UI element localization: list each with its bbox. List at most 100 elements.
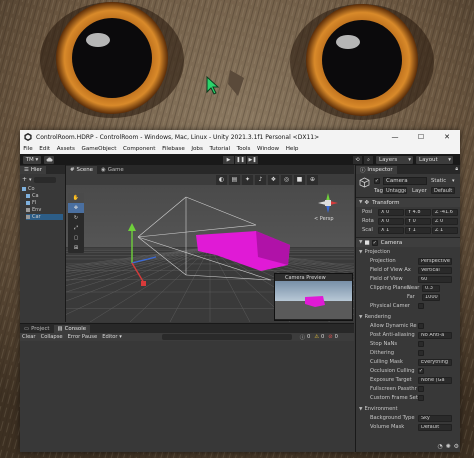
hierarchy-item[interactable]: Co — [22, 186, 35, 192]
lighting-toggle[interactable]: ✦ — [242, 174, 253, 185]
layers-dropdown[interactable]: Layers ▾ — [376, 155, 413, 164]
layout-dropdown[interactable]: Layout ▾ — [416, 155, 453, 164]
post-aa-dropdown[interactable]: No Anti-a — [418, 331, 452, 339]
rotation-y-field[interactable]: Y 0 — [405, 217, 431, 225]
close-button[interactable]: ✕ — [434, 130, 460, 144]
play-button[interactable]: ▶ — [223, 155, 234, 164]
projection-dropdown[interactable]: Perspective — [418, 257, 452, 265]
warning-count-toggle[interactable]: ⚠ 0 — [314, 334, 324, 340]
occlusion-checkbox[interactable]: ✓ — [418, 368, 424, 374]
hierarchy-search-input[interactable] — [33, 176, 56, 183]
fov-field[interactable]: 60 — [418, 275, 452, 283]
physical-camera-checkbox[interactable] — [418, 303, 424, 309]
effects-toggle[interactable]: ❖ — [268, 174, 279, 185]
hand-tool[interactable]: ✋ — [68, 193, 84, 203]
stop-nans-checkbox[interactable] — [418, 341, 424, 347]
projection-label[interactable]: < Persp — [314, 216, 334, 222]
position-x-field[interactable]: X 0 — [378, 208, 404, 216]
scale-z-field[interactable]: Z 1 — [432, 226, 458, 234]
error-pause-button[interactable]: Error Pause — [68, 334, 98, 340]
tab-inspector[interactable]: ⓘ Inspector — [356, 166, 397, 174]
progress-icon[interactable]: ◔ — [437, 443, 442, 450]
tab-game[interactable]: ◉ Game — [97, 166, 128, 174]
chevron-down-icon[interactable]: ▾ — [29, 177, 32, 183]
gizmos-button[interactable]: ⊕ — [307, 174, 318, 185]
bg-type-dropdown[interactable]: Sky — [418, 414, 452, 422]
lightbulb-icon[interactable]: ✺ — [446, 443, 451, 450]
editor-dropdown[interactable]: Editor ▾ — [102, 334, 122, 340]
layer-dropdown[interactable]: Default — [431, 187, 455, 194]
shading-mode-button[interactable]: ◐ — [216, 174, 227, 185]
scale-x-field[interactable]: X 1 — [378, 226, 404, 234]
menu-tools[interactable]: Tools — [233, 146, 253, 152]
rendering-header[interactable]: ▼ Rendering — [356, 313, 460, 321]
cloud-button[interactable] — [44, 155, 54, 164]
lock-icon[interactable]: 🔒︎ — [455, 166, 458, 172]
transform-header[interactable]: ▼ ✥ Transform — [356, 197, 460, 207]
scale-tool[interactable]: ⤢ — [68, 223, 84, 233]
active-checkbox[interactable]: ✓ — [374, 178, 380, 184]
account-button[interactable]: TM ▾ — [23, 155, 41, 164]
fullscreen-checkbox[interactable] — [418, 386, 424, 392]
move-tool[interactable]: ✥ — [68, 203, 84, 213]
menu-tutorial[interactable]: Tutorial — [206, 146, 233, 152]
history-button[interactable]: ⟲ — [353, 155, 362, 164]
dithering-checkbox[interactable] — [418, 350, 424, 356]
rotation-z-field[interactable]: Z 0 — [432, 217, 458, 225]
near-field[interactable]: 0.3 — [422, 284, 440, 292]
debug-icon[interactable]: ⚙ — [454, 443, 459, 450]
tag-dropdown[interactable]: Untagged — [383, 187, 407, 194]
orientation-gizmo-icon[interactable] — [316, 191, 340, 215]
menu-help[interactable]: Help — [282, 146, 301, 152]
collapse-button[interactable]: Collapse — [41, 334, 63, 340]
fov-axis-dropdown[interactable]: Vertical — [418, 266, 452, 274]
environment-header[interactable]: ▼ Environment — [356, 405, 460, 413]
maximize-button[interactable]: ☐ — [408, 130, 434, 144]
tab-scene[interactable]: # Scene — [66, 166, 97, 174]
scale-y-field[interactable]: Y 1 — [405, 226, 431, 234]
hierarchy-item[interactable]: Env — [26, 207, 41, 213]
rotate-tool[interactable]: ↻ — [68, 213, 84, 223]
step-button[interactable]: ▶❚ — [247, 155, 258, 164]
menu-jobs[interactable]: Jobs — [188, 146, 206, 152]
exposure-field[interactable]: None (Ga — [418, 376, 452, 384]
menu-assets[interactable]: Assets — [53, 146, 78, 152]
menu-edit[interactable]: Edit — [36, 146, 53, 152]
projection-header[interactable]: ▼ Projection — [356, 248, 460, 256]
position-y-field[interactable]: Y 4.8 — [405, 208, 431, 216]
hierarchy-item[interactable]: Fl — [26, 200, 36, 206]
menu-component[interactable]: Component — [120, 146, 159, 152]
transform-tool[interactable]: ⊞ — [68, 243, 84, 253]
add-icon[interactable]: + — [22, 176, 27, 183]
object-name-field[interactable]: Camera — [383, 177, 427, 185]
scene-viewport[interactable]: < Persp ✋ ✥ ↻ ⤢ ▢ ⊞ Camera Preview — [66, 185, 354, 322]
static-dropdown[interactable]: ▾ — [452, 178, 455, 184]
position-z-field[interactable]: Z -41.6 — [432, 208, 458, 216]
culling-mask-dropdown[interactable]: Everything — [418, 358, 452, 366]
console-search-input[interactable] — [161, 334, 292, 340]
scene-camera-button[interactable]: ■ — [294, 174, 305, 185]
clear-button[interactable]: Clear — [22, 334, 36, 340]
menu-window[interactable]: Window — [254, 146, 283, 152]
pause-button[interactable]: ❚❚ — [235, 155, 246, 164]
log-count-toggle[interactable]: ⓘ 0 — [300, 334, 311, 341]
menu-filebase[interactable]: Filebase — [159, 146, 188, 152]
error-count-toggle[interactable]: ⊘ 0 — [328, 334, 338, 340]
camera-component-header[interactable]: ▼ ■ ✓ Camera — [356, 237, 460, 247]
2d-toggle[interactable]: ▤ — [229, 174, 240, 185]
custom-frame-checkbox[interactable] — [418, 395, 424, 401]
rect-tool[interactable]: ▢ — [68, 233, 84, 243]
hidden-objects-toggle[interactable]: ◎ — [281, 174, 292, 185]
volume-mask-dropdown[interactable]: Default — [418, 423, 452, 431]
tab-console[interactable]: ▤ Console — [53, 325, 91, 333]
menu-file[interactable]: File — [20, 146, 36, 152]
rotation-x-field[interactable]: X 0 — [378, 217, 404, 225]
far-field[interactable]: 1000 — [422, 293, 440, 301]
camera-enabled-checkbox[interactable]: ✓ — [371, 239, 378, 246]
minimize-button[interactable]: — — [382, 130, 408, 144]
hierarchy-item[interactable]: Ca — [26, 193, 39, 199]
menu-gameobject[interactable]: GameObject — [78, 146, 119, 152]
tab-project[interactable]: ▭ Project — [20, 325, 54, 333]
hierarchy-item-selected[interactable]: Car — [26, 214, 63, 220]
tab-hierarchy[interactable]: ☰ Hier — [20, 166, 46, 174]
